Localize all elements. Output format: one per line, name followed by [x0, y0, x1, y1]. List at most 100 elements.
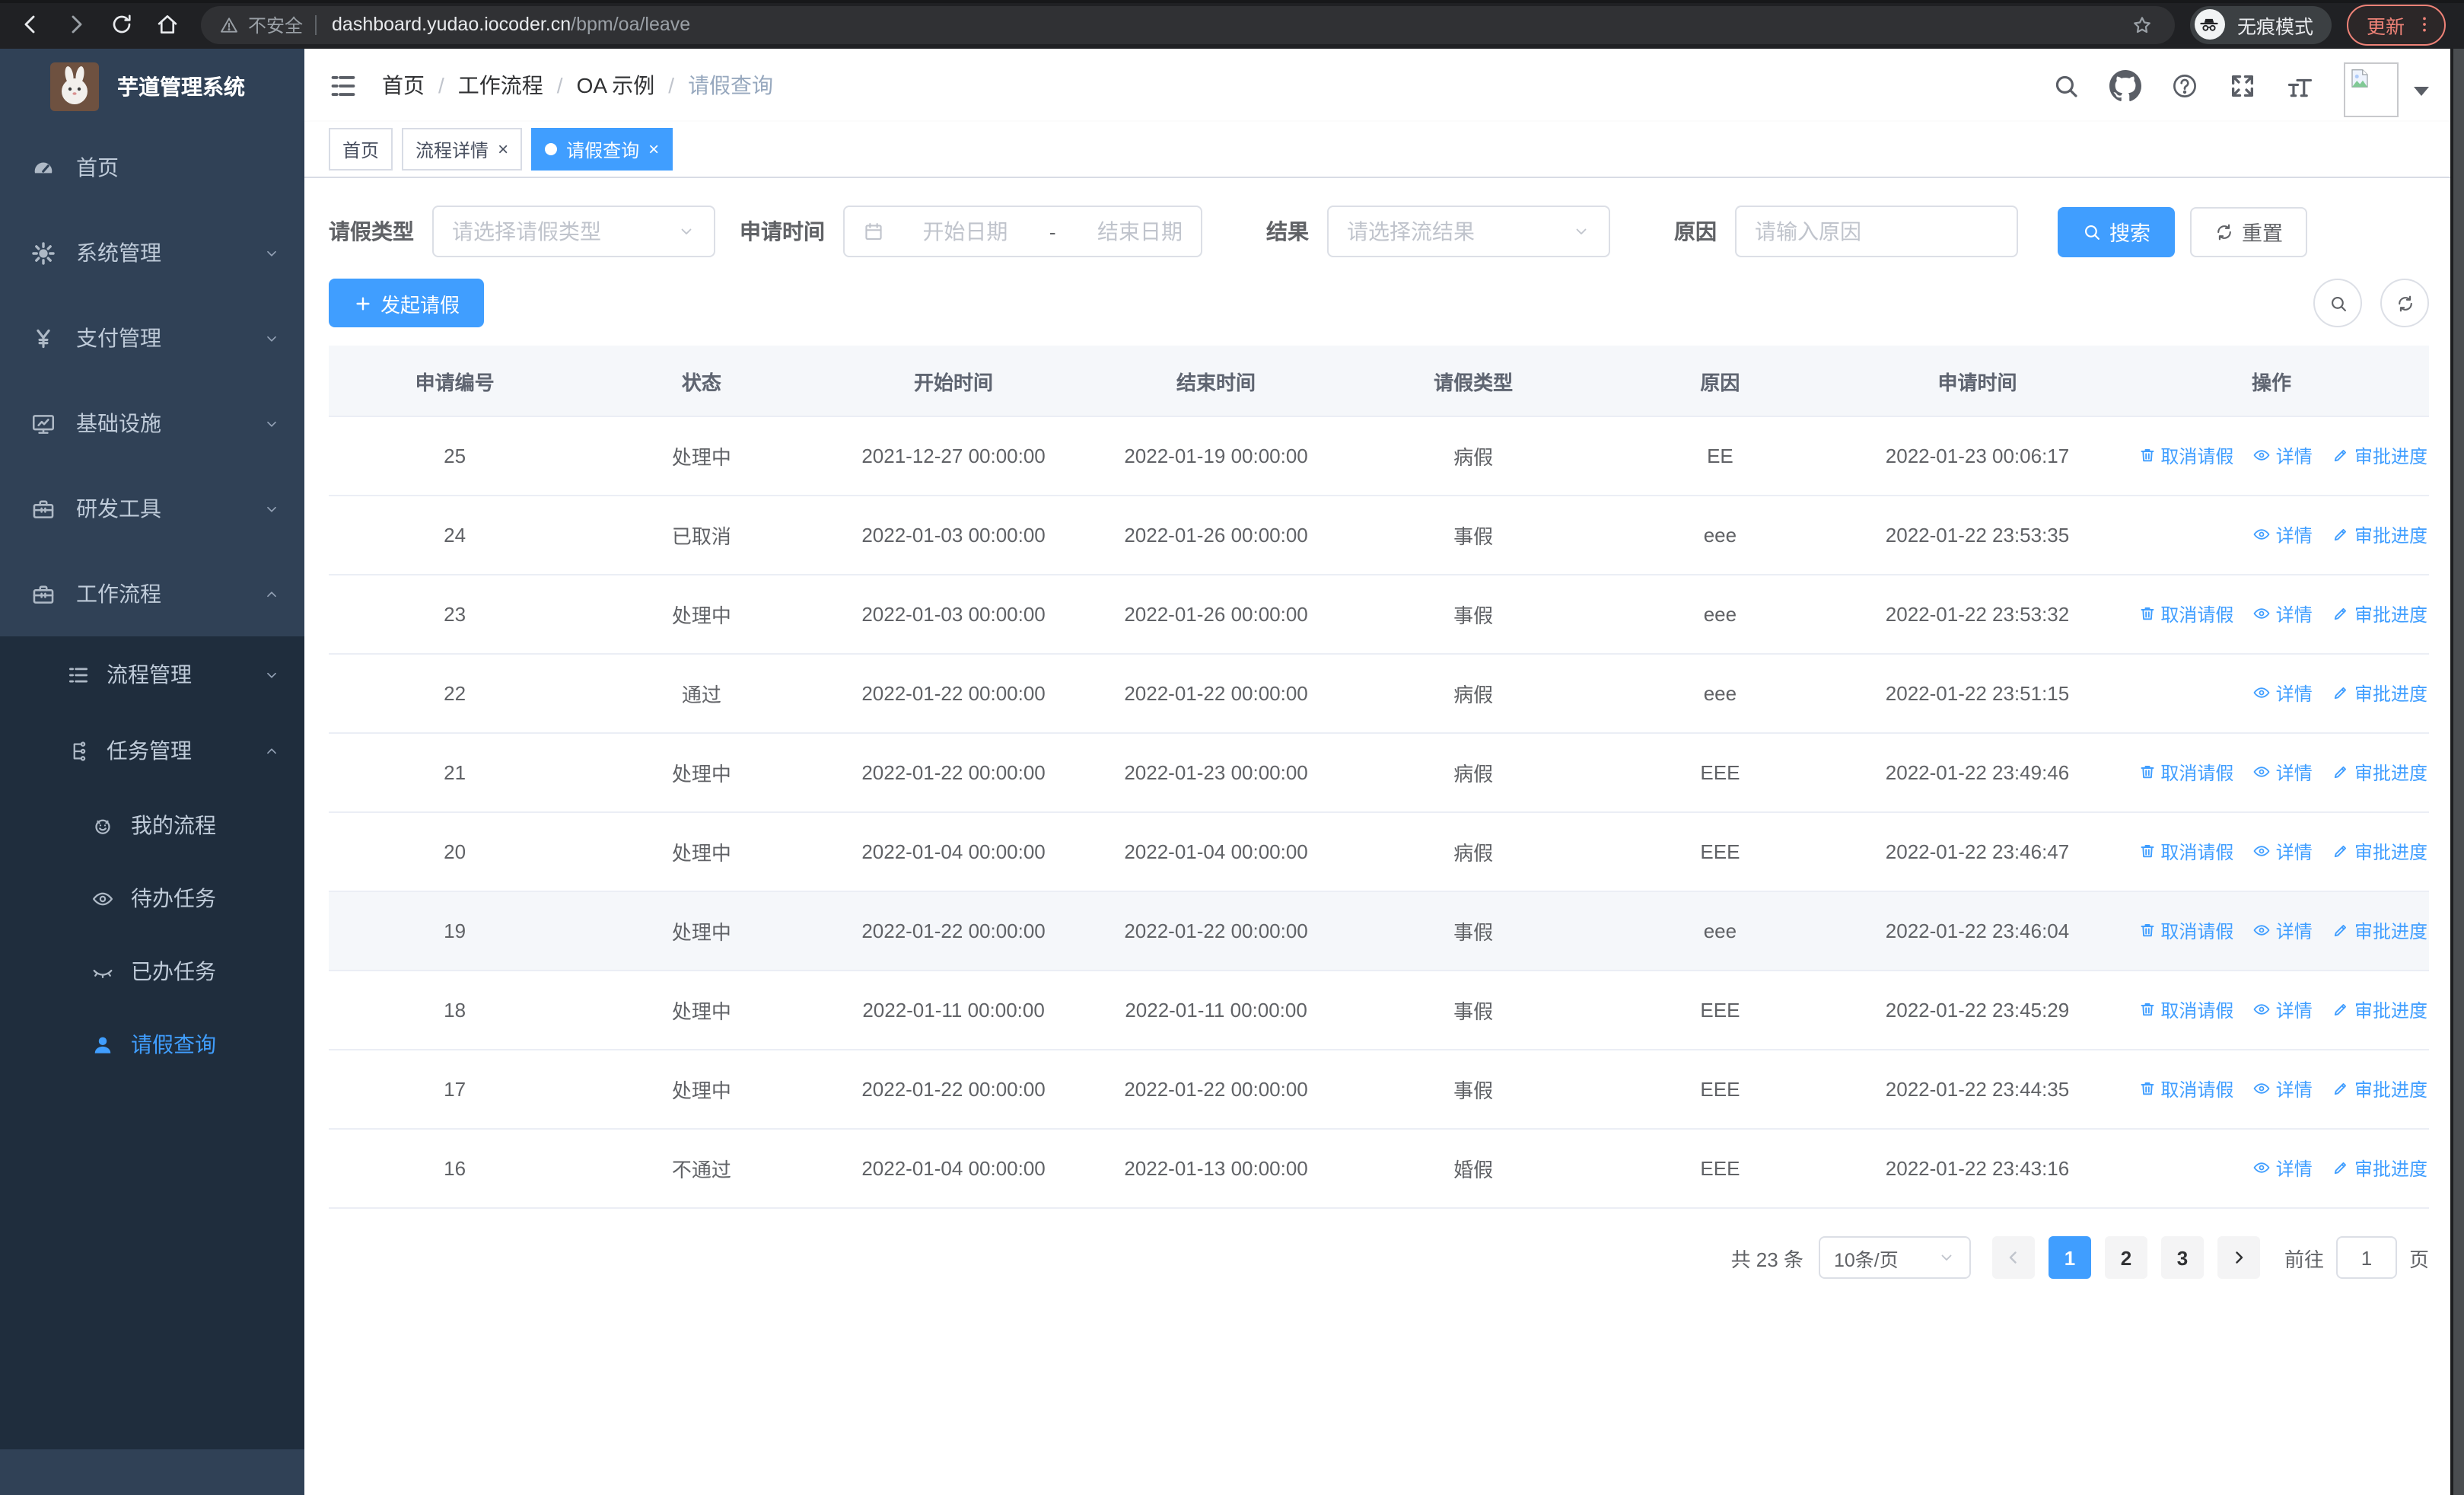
sidebar-item-my-processes[interactable]: 我的流程 — [0, 789, 304, 862]
date-range-picker[interactable]: 开始日期 - 结束日期 — [843, 206, 1202, 257]
cancel-leave-link[interactable]: 取消请假 — [2138, 601, 2233, 627]
breadcrumb-link[interactable]: OA 示例 — [577, 70, 655, 100]
cell-status: 处理中 — [581, 733, 823, 813]
tab-process-detail[interactable]: 流程详情 × — [402, 128, 523, 171]
search-button[interactable]: 搜索 — [2058, 206, 2175, 257]
sidebar-item-workflow[interactable]: 工作流程 — [0, 551, 304, 636]
reset-button[interactable]: 重置 — [2190, 206, 2307, 257]
detail-link[interactable]: 详情 — [2253, 760, 2313, 786]
detail-link[interactable]: 详情 — [2253, 839, 2313, 865]
tab-label: 请假查询 — [566, 139, 640, 161]
approval-progress-link[interactable]: 审批进度 — [2332, 839, 2427, 865]
fullscreen-icon[interactable] — [2228, 71, 2257, 100]
forward-icon[interactable] — [64, 12, 88, 37]
sidebar-item-payment-management[interactable]: 支付管理 — [0, 295, 304, 381]
toggle-search-button[interactable] — [2313, 279, 2362, 327]
detail-link[interactable]: 详情 — [2253, 918, 2313, 944]
reset-button-label: 重置 — [2242, 222, 2283, 245]
sidebar-item-home[interactable]: 首页 — [0, 125, 304, 210]
trash-icon — [2138, 922, 2156, 940]
cell-leave-type: 事假 — [1347, 496, 1600, 575]
reason-input[interactable]: 请输入原因 — [1735, 206, 2018, 257]
security-label: 不安全 — [248, 14, 304, 36]
cell-start-time: 2022-01-04 00:00:00 — [822, 812, 1085, 892]
chevron-down-icon — [263, 244, 280, 261]
sidebar-item-process-management[interactable]: 流程管理 — [0, 636, 304, 712]
sidebar: 芋道管理系统 首页 系统管理 支付管理 基础设施 研发工具 工作流程 流程管理 … — [0, 49, 304, 1495]
sidebar-item-task-management[interactable]: 任务管理 — [0, 712, 304, 789]
approval-progress-link[interactable]: 审批进度 — [2332, 760, 2427, 786]
screen: 不安全 dashboard.yudao.iocoder.cn/bpm/oa/le… — [0, 0, 2464, 1495]
sidebar-item-todo-tasks[interactable]: 待办任务 — [0, 862, 304, 935]
reload-icon[interactable] — [110, 12, 134, 37]
approval-progress-link[interactable]: 审批进度 — [2332, 443, 2427, 469]
sidebar-item-infrastructure[interactable]: 基础设施 — [0, 381, 304, 466]
leave-type-select[interactable]: 请选择请假类型 — [432, 206, 715, 257]
search-icon[interactable] — [2052, 71, 2080, 100]
refresh-table-button[interactable] — [2380, 279, 2429, 327]
url-bar[interactable]: 不安全 dashboard.yudao.iocoder.cn/bpm/oa/le… — [201, 5, 2175, 43]
page-button-1[interactable]: 1 — [2048, 1236, 2091, 1279]
cell-status: 通过 — [581, 654, 823, 734]
detail-link[interactable]: 详情 — [2253, 443, 2313, 469]
avatar[interactable] — [2344, 62, 2399, 117]
home-icon[interactable] — [155, 12, 180, 37]
tab-home[interactable]: 首页 — [329, 128, 393, 171]
next-page-button[interactable] — [2217, 1236, 2260, 1279]
bookmark-star-icon[interactable] — [2131, 13, 2154, 36]
goto-page-input[interactable]: 1 — [2335, 1236, 2397, 1279]
breadcrumb-separator: / — [556, 73, 563, 97]
cancel-leave-link[interactable]: 取消请假 — [2138, 918, 2233, 944]
page-size-select[interactable]: 10条/页 — [1818, 1236, 1971, 1279]
sidebar-item-dev-tools[interactable]: 研发工具 — [0, 466, 304, 551]
scrollbar[interactable] — [2450, 49, 2464, 1495]
sidebar-item-done-tasks[interactable]: 已办任务 — [0, 935, 304, 1008]
cell-status: 处理中 — [581, 812, 823, 892]
collapse-sidebar-icon[interactable] — [329, 71, 358, 100]
update-button[interactable]: 更新 — [2346, 4, 2446, 45]
tab-leave-query[interactable]: 请假查询 × — [531, 128, 673, 171]
sidebar-item-system-management[interactable]: 系统管理 — [0, 210, 304, 295]
approval-progress-link[interactable]: 审批进度 — [2332, 1156, 2427, 1181]
table-row: 19 处理中 2022-01-22 00:00:00 2022-01-22 00… — [329, 891, 2429, 971]
detail-link[interactable]: 详情 — [2253, 681, 2313, 706]
back-icon[interactable] — [18, 12, 43, 37]
user-menu-chevron-down-icon[interactable] — [2414, 87, 2429, 96]
help-icon[interactable] — [2170, 71, 2199, 100]
breadcrumb-link[interactable]: 首页 — [382, 70, 425, 100]
approval-progress-link[interactable]: 审批进度 — [2332, 1076, 2427, 1102]
close-icon[interactable]: × — [648, 140, 659, 158]
page-button-3[interactable]: 3 — [2160, 1236, 2204, 1279]
cancel-leave-link[interactable]: 取消请假 — [2138, 839, 2233, 865]
cancel-leave-link[interactable]: 取消请假 — [2138, 443, 2233, 469]
breadcrumb-link[interactable]: 工作流程 — [458, 70, 543, 100]
cancel-leave-link[interactable]: 取消请假 — [2138, 1076, 2233, 1102]
prev-page-button[interactable] — [1991, 1236, 2035, 1279]
approval-progress-link[interactable]: 审批进度 — [2332, 997, 2427, 1023]
detail-link[interactable]: 详情 — [2253, 1076, 2313, 1102]
detail-link[interactable]: 详情 — [2253, 601, 2313, 627]
detail-link[interactable]: 详情 — [2253, 997, 2313, 1023]
create-leave-button[interactable]: 发起请假 — [329, 279, 485, 327]
breadcrumb-separator: / — [668, 73, 675, 97]
github-icon[interactable] — [2109, 69, 2141, 101]
detail-link[interactable]: 详情 — [2253, 522, 2313, 548]
app-logo-row[interactable]: 芋道管理系统 — [0, 49, 304, 125]
cell-actions: 详情 审批进度 — [2113, 496, 2429, 575]
font-size-icon[interactable] — [2286, 71, 2315, 100]
approval-progress-link[interactable]: 审批进度 — [2332, 601, 2427, 627]
page-button-2[interactable]: 2 — [2104, 1236, 2147, 1279]
cancel-leave-link[interactable]: 取消请假 — [2138, 997, 2233, 1023]
cell-end-time: 2022-01-11 00:00:00 — [1084, 971, 1348, 1050]
approval-progress-link[interactable]: 审批进度 — [2332, 522, 2427, 548]
cell-end-time: 2022-01-19 00:00:00 — [1084, 416, 1348, 496]
approval-progress-link[interactable]: 审批进度 — [2332, 918, 2427, 944]
result-select[interactable]: 请选择流结果 — [1327, 206, 1610, 257]
approval-progress-link[interactable]: 审批进度 — [2332, 681, 2427, 706]
sidebar-item-leave-query[interactable]: 请假查询 — [0, 1008, 304, 1081]
close-icon[interactable]: × — [498, 140, 508, 158]
detail-link[interactable]: 详情 — [2253, 1156, 2313, 1181]
cell-actions: 取消请假 详情 审批进度 — [2113, 1050, 2429, 1130]
browser-menu-dots-icon[interactable] — [2414, 14, 2435, 35]
cancel-leave-link[interactable]: 取消请假 — [2138, 760, 2233, 786]
